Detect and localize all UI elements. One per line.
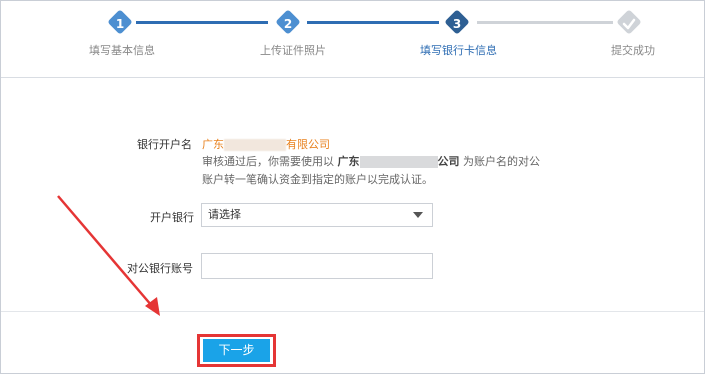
bank-select[interactable]: 请选择: [201, 203, 433, 227]
step-2-label: 上传证件照片: [260, 44, 326, 57]
step-2-number: 2: [283, 17, 293, 31]
step-1-number: 1: [115, 17, 125, 31]
account-name-label: 银行开户名: [137, 138, 192, 151]
verification-note: 审核通过后，你需要使用以 广东 公司 为账户名的对公账户转一笔确认资金到指定的账户…: [202, 153, 542, 189]
step-progress-bar: 1 填写基本信息 2 上传证件照片 3 填写银行卡信息 提交成功: [1, 1, 704, 78]
step-3-label: 填写银行卡信息: [420, 44, 497, 57]
company-name-suffix: 有限公司: [286, 138, 330, 151]
redacted-block: [224, 139, 286, 151]
next-button[interactable]: 下一步: [203, 339, 270, 362]
divider: [1, 311, 704, 312]
bank-label: 开户银行: [150, 211, 194, 224]
step-1-label: 填写基本信息: [89, 44, 155, 57]
step-connector-1: [136, 21, 268, 24]
note-before: 审核通过后，你需要使用以: [202, 155, 338, 168]
redacted-block: [359, 156, 438, 168]
check-icon: [622, 18, 636, 30]
company-name: 广东 有限公司: [202, 136, 330, 152]
step-3-number: 3: [452, 17, 462, 31]
step-4-label: 提交成功: [611, 44, 655, 57]
account-number-input[interactable]: [201, 253, 433, 279]
account-number-label: 对公银行账号: [127, 262, 193, 275]
bank-select-value: 请选择: [208, 208, 241, 221]
note-company-prefix: 广东: [337, 155, 360, 168]
note-company-suffix: 公司: [437, 155, 460, 168]
step-connector-3: [477, 21, 613, 24]
company-name-prefix: 广东: [202, 138, 224, 151]
step-connector-2: [307, 21, 439, 24]
chevron-down-icon: [413, 212, 423, 218]
